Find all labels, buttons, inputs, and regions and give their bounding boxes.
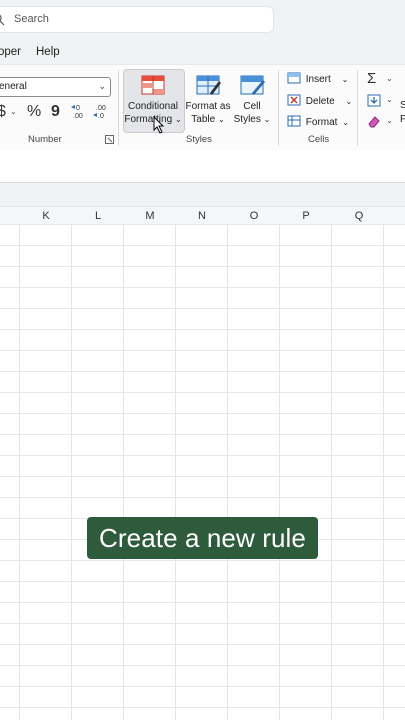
svg-text:0: 0 [76,105,80,112]
svg-text:.0: .0 [98,113,104,119]
fat-label-line1: Format as [185,101,231,112]
tab-help[interactable]: Help [36,46,60,58]
sort-filter-label-partial[interactable]: S [400,100,405,111]
column-header-n[interactable]: N [192,210,212,222]
dialog-launcher-icon[interactable] [105,135,114,144]
chevron-down-icon: ⌄ [174,115,182,124]
chevron-down-icon: ⌄ [342,118,349,127]
chevron-down-icon: ⌄ [386,116,393,125]
cs-label-line2: Styles ⌄ [233,114,271,125]
fat-label-line2: Table ⌄ [191,114,225,125]
percent-button[interactable]: % [27,103,41,121]
chevron-down-icon: ⌄ [386,95,393,104]
increase-decimal-icon[interactable]: 0 .00 [70,103,88,119]
svg-text:.00: .00 [73,113,83,119]
conditional-formatting-icon [141,75,165,95]
comma-style-button[interactable]: 9 [51,103,60,121]
format-label: Format [305,117,338,128]
delete-cells-icon [287,94,301,106]
column-header-p[interactable]: P [296,210,316,222]
chevron-down-icon: ⌄ [345,97,353,106]
delete-label: Delete [305,96,335,107]
styles-group-label: Styles [186,134,212,145]
tab-developer[interactable]: oper [0,46,21,58]
format-cells-icon [287,115,301,127]
video-caption: Create a new rule [87,517,318,559]
currency-button[interactable]: $ [0,103,6,121]
group-separator [357,70,358,146]
decrease-decimal-icon[interactable]: .00 .0 [92,103,110,119]
chevron-down-icon: ⌄ [263,115,271,124]
cell-styles-icon [240,75,265,95]
chevron-down-icon: ⌄ [217,115,225,124]
cf-label-line1: Conditional [127,101,179,112]
insert-cells-icon [287,72,301,84]
search-placeholder: Search [14,13,49,25]
group-separator [118,70,119,146]
chevron-down-icon: ⌄ [10,107,17,116]
autosum-icon[interactable]: Σ [367,70,376,87]
search-icon [0,14,5,26]
number-format-dropdown[interactable]: eneral ⌄ [0,77,111,97]
column-header-l[interactable]: L [88,210,108,222]
search-box[interactable]: Search [0,7,273,32]
svg-text:.00: .00 [96,105,106,112]
insert-button[interactable]: Insert ⌄ [287,72,348,85]
column-header-o[interactable]: O [244,210,264,222]
chevron-down-icon: ⌄ [386,74,393,83]
group-separator [278,70,279,146]
formula-bar-area[interactable] [0,150,405,183]
find-select-label-partial[interactable]: F [400,114,405,125]
delete-button[interactable]: Delete ⌄ [287,94,352,107]
format-as-table-label[interactable]: Format as Table ⌄ [184,100,232,126]
column-header-q[interactable]: Q [349,210,369,222]
chevron-down-icon: ⌄ [341,75,349,84]
fill-down-icon[interactable] [367,94,381,107]
mouse-cursor-icon [153,116,165,134]
clear-eraser-icon[interactable] [367,115,381,128]
column-header-k[interactable]: K [36,210,56,222]
column-header-m[interactable]: M [140,210,160,222]
number-group-label: Number [28,134,62,145]
format-cells-button[interactable]: Format ⌄ [287,115,349,128]
spreadsheet-grid[interactable] [0,224,405,720]
column-headers: K L M N O P Q [0,206,405,226]
format-as-table-icon [196,75,221,95]
cell-styles-label[interactable]: Cell Styles ⌄ [230,100,274,126]
number-format-value: eneral [0,81,27,92]
cs-label-line1: Cell [243,101,261,112]
cells-group-label: Cells [308,134,330,145]
insert-label: Insert [305,74,331,85]
chevron-down-icon: ⌄ [98,81,106,91]
